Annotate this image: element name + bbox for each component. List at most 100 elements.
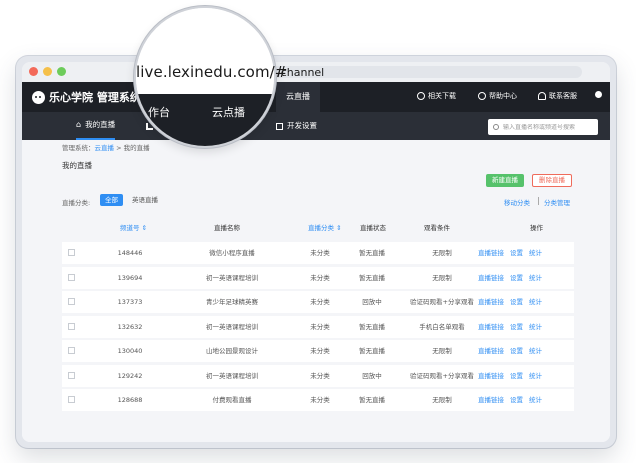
- new-live-button[interactable]: 新建直播: [486, 174, 524, 187]
- cell-channel-id: 139694: [117, 273, 143, 282]
- topnav-item-support[interactable]: 联系客服: [538, 91, 577, 101]
- move-category-link[interactable]: 移动分类: [504, 197, 530, 207]
- settings-action[interactable]: 设置: [510, 291, 523, 313]
- logo-face-icon: [32, 90, 45, 104]
- th-status: 直播状态: [360, 224, 386, 232]
- th-actions: 操作: [530, 224, 543, 232]
- sub-navbar: ⌂ 我的直播 理 开发设置: [22, 112, 610, 140]
- search-box[interactable]: [488, 119, 598, 135]
- settings-action[interactable]: 设置: [510, 316, 523, 338]
- cell-category: 未分类: [310, 322, 330, 331]
- cell-name: 山地公园景观设计: [206, 347, 258, 355]
- live-link-action[interactable]: 直播链接: [478, 340, 504, 362]
- topnav-help-label: 帮助中心: [489, 92, 517, 100]
- stage: 乐心学院 管理系统 云直播 相关下载 帮助中心 联系客服 ⌂ 我的直播 开发设置…: [0, 0, 636, 463]
- settings-action[interactable]: 设置: [510, 267, 523, 289]
- cell-name: 青少年足球精英赛: [206, 298, 258, 306]
- row-actions: 直播链接 设置 统计: [478, 316, 542, 338]
- magnifier-address-area: [136, 8, 274, 94]
- category-chip-all[interactable]: 全部: [100, 194, 123, 206]
- category-label: 直播分类:: [62, 199, 91, 207]
- address-url-tail[interactable]: /channel: [277, 66, 324, 79]
- topnav-downloads-label: 相关下载: [428, 92, 456, 100]
- delete-live-button[interactable]: 删除直播: [532, 174, 572, 187]
- subnav-my-live-label: 我的直播: [85, 120, 116, 129]
- live-link-action[interactable]: 直播链接: [478, 242, 504, 264]
- breadcrumb-link-live[interactable]: 云直播: [95, 144, 115, 152]
- content-bottom: [22, 422, 610, 442]
- close-window-dot[interactable]: [29, 67, 38, 76]
- maximize-window-dot[interactable]: [57, 67, 66, 76]
- th-channel-id[interactable]: 频道号 ⇕: [120, 222, 147, 232]
- cell-condition: 无限制: [432, 347, 452, 355]
- home-icon: ⌂: [76, 120, 82, 129]
- live-link-action[interactable]: 直播链接: [478, 365, 504, 387]
- row-actions: 直播链接 设置 统计: [478, 365, 542, 387]
- search-input[interactable]: [503, 123, 593, 131]
- row-checkbox[interactable]: [68, 396, 75, 403]
- cell-name: 初一英语课程培训: [206, 273, 258, 282]
- cell-channel-id: 148446: [117, 249, 143, 257]
- stats-action[interactable]: 统计: [529, 267, 542, 289]
- table-row: 148446 微信小程序直播 未分类 暂无直播 无限制 直播链接 设置 统计: [62, 242, 574, 264]
- th-category[interactable]: 直播分类 ⇕: [308, 222, 342, 232]
- stats-action[interactable]: 统计: [529, 316, 542, 338]
- stats-action[interactable]: 统计: [529, 291, 542, 313]
- live-link-action[interactable]: 直播链接: [478, 316, 504, 338]
- cell-condition: 验证码观看+分享观看: [410, 371, 474, 380]
- th-condition: 观看条件: [424, 224, 450, 232]
- magnifier-navbar-area: [136, 94, 274, 146]
- cell-condition: 手机白名单观看: [419, 322, 465, 331]
- cell-channel-id: 128688: [117, 396, 143, 404]
- address-url-zoomed[interactable]: live.lexinedu.com/#: [136, 63, 287, 81]
- row-checkbox[interactable]: [68, 273, 75, 281]
- link-separator: [538, 197, 539, 205]
- topnav-item-live[interactable]: 云直播: [276, 82, 320, 112]
- user-menu[interactable]: [595, 91, 602, 98]
- settings-action[interactable]: 设置: [510, 389, 523, 411]
- cell-category: 未分类: [310, 371, 330, 380]
- cell-status: 暂无直播: [359, 396, 385, 404]
- subnav-item-my-live[interactable]: ⌂ 我的直播: [76, 112, 116, 140]
- top-navbar: 乐心学院 管理系统 云直播 相关下载 帮助中心 联系客服: [22, 82, 610, 112]
- settings-action[interactable]: 设置: [510, 242, 523, 264]
- cell-channel-id: 129242: [117, 371, 143, 380]
- manage-category-link[interactable]: 分类管理: [544, 197, 570, 207]
- search-icon: [493, 124, 499, 130]
- settings-action[interactable]: 设置: [510, 365, 523, 387]
- logo[interactable]: 乐心学院 管理系统: [32, 89, 141, 105]
- topnav-support-label: 联系客服: [549, 92, 577, 100]
- cell-category: 未分类: [310, 273, 330, 282]
- stats-action[interactable]: 统计: [529, 242, 542, 264]
- stats-action[interactable]: 统计: [529, 389, 542, 411]
- topnav-item-help[interactable]: 帮助中心: [478, 91, 517, 101]
- stats-action[interactable]: 统计: [529, 365, 542, 387]
- sort-icon: ⇕: [336, 224, 342, 232]
- stats-action[interactable]: 统计: [529, 340, 542, 362]
- topnav-item-downloads[interactable]: 相关下载: [417, 91, 456, 101]
- row-checkbox[interactable]: [68, 322, 75, 330]
- cell-status: 回放中: [362, 298, 382, 306]
- magnifier-tab-left: 作台: [148, 106, 170, 119]
- cell-name: 初一英语课程培训: [206, 322, 258, 331]
- help-icon: [478, 92, 486, 100]
- minimize-window-dot[interactable]: [43, 67, 52, 76]
- download-icon: [417, 92, 425, 100]
- live-link-action[interactable]: 直播链接: [478, 267, 504, 289]
- live-link-action[interactable]: 直播链接: [478, 291, 504, 313]
- row-actions: 直播链接 设置 统计: [478, 267, 542, 289]
- sort-icon: ⇕: [141, 224, 148, 232]
- breadcrumb-root: 管理系统：: [62, 144, 95, 152]
- row-checkbox[interactable]: [68, 347, 75, 354]
- row-checkbox[interactable]: [68, 249, 75, 256]
- cell-condition: 无限制: [432, 249, 452, 257]
- row-checkbox[interactable]: [68, 371, 75, 379]
- row-checkbox[interactable]: [68, 298, 75, 305]
- subnav-item-dev[interactable]: 开发设置: [276, 112, 317, 140]
- category-chip-english[interactable]: 英语直播: [127, 194, 163, 206]
- live-link-action[interactable]: 直播链接: [478, 389, 504, 411]
- settings-action[interactable]: 设置: [510, 340, 523, 362]
- cell-name: 微信小程序直播: [209, 249, 255, 257]
- th-name: 直播名称: [214, 224, 240, 232]
- row-actions: 直播链接 设置 统计: [478, 340, 542, 362]
